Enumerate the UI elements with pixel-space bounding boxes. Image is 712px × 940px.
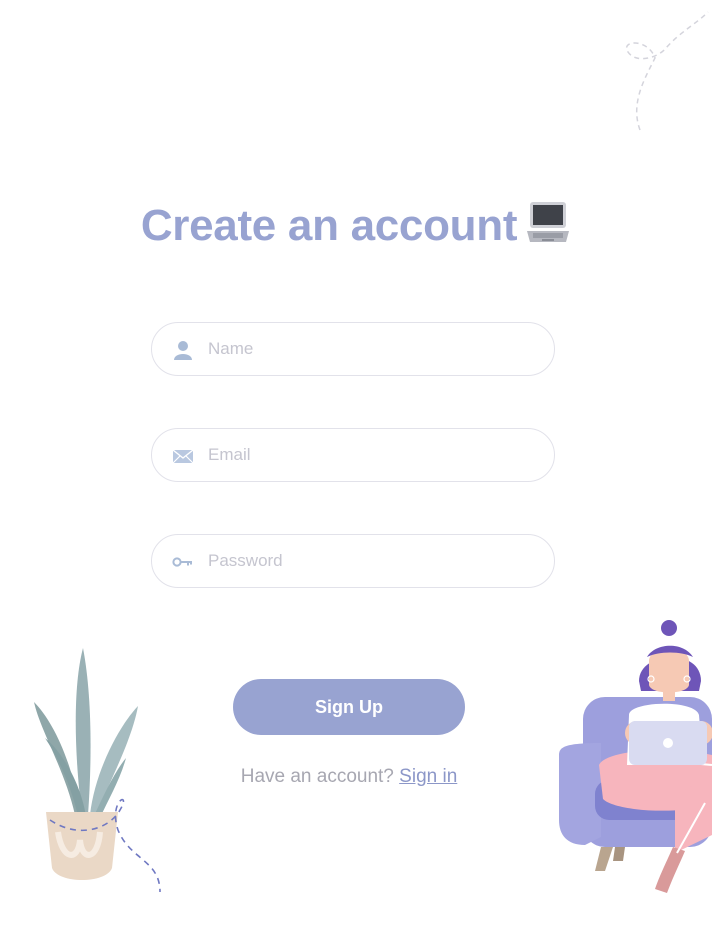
envelope-icon	[172, 446, 194, 466]
page-title: Create an account	[0, 196, 712, 260]
sign-up-button[interactable]: Sign Up	[233, 679, 465, 735]
title-text: Create an account	[140, 201, 518, 250]
key-icon	[172, 552, 194, 572]
dashed-swirl-decoration	[625, 11, 709, 131]
password-field[interactable]	[151, 534, 555, 588]
email-field[interactable]	[151, 428, 555, 482]
signup-card: Create an account Name Email Sign Up Hav…	[0, 0, 712, 940]
laptop-icon	[525, 200, 571, 260]
sign-in-link[interactable]: Sign in	[399, 766, 457, 787]
user-icon	[172, 340, 194, 360]
name-input[interactable]	[208, 323, 538, 375]
password-input[interactable]	[208, 535, 538, 587]
plant-pot-illustration	[34, 648, 161, 893]
email-input[interactable]	[208, 429, 538, 481]
name-field[interactable]	[151, 322, 555, 376]
account-prompt-text: Have an account?	[240, 766, 394, 787]
woman-on-sofa-illustration	[559, 620, 712, 893]
